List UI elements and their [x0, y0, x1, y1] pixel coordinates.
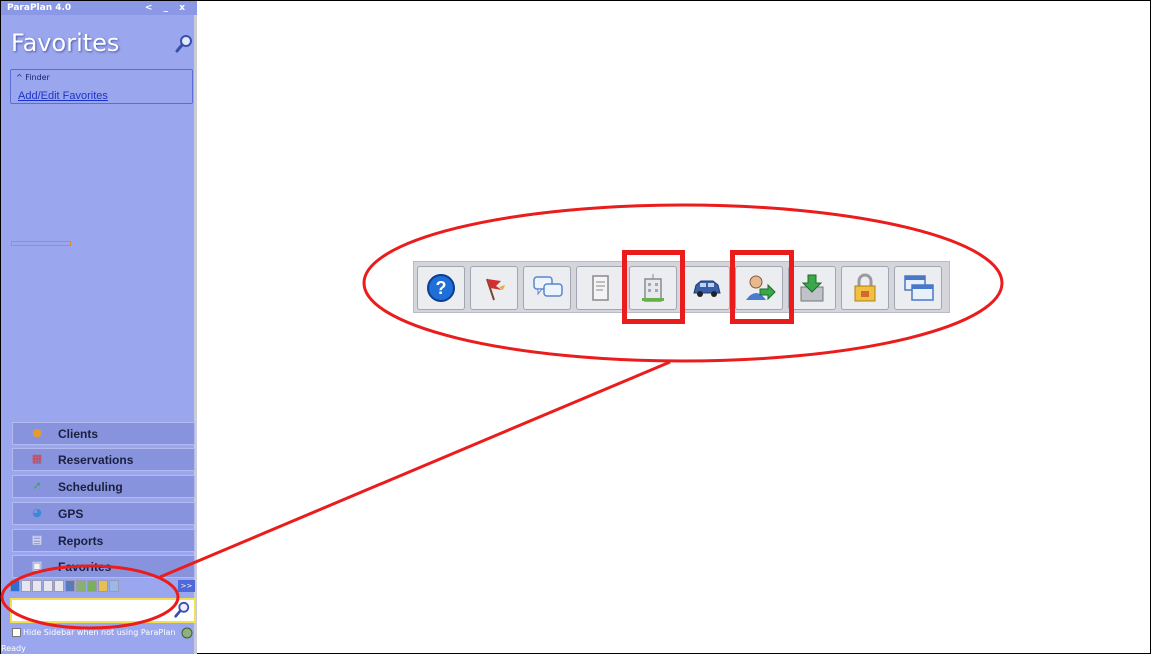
user-arrow-icon[interactable]: [76, 580, 86, 592]
building-icon[interactable]: [54, 580, 64, 592]
search-box: [10, 598, 196, 623]
help-icon[interactable]: [10, 580, 20, 592]
gps-icon: ◕: [32, 506, 42, 519]
windows-icon[interactable]: [109, 580, 119, 592]
more-favorites-button[interactable]: >>: [178, 580, 195, 592]
orange-splitter: [11, 241, 71, 246]
nav-item-gps[interactable]: ◕ GPS: [12, 502, 195, 525]
close-button[interactable]: x: [179, 3, 189, 13]
nav-item-favorites[interactable]: ▣ Favorites: [12, 555, 195, 578]
nav-item-scheduling[interactable]: ➚ Scheduling: [12, 475, 195, 498]
help-button[interactable]: ?: [417, 266, 465, 310]
hide-sidebar-checkbox[interactable]: [12, 628, 21, 637]
finder-header[interactable]: ^ Finder: [16, 73, 50, 82]
lock-icon[interactable]: [98, 580, 108, 592]
document-button[interactable]: [576, 266, 624, 310]
app-titlebar: ParaPlan 4.0 < _ x: [1, 1, 197, 15]
document-icon: [592, 275, 609, 301]
hide-sidebar-option[interactable]: Hide Sidebar when not using ParaPlan: [12, 628, 175, 637]
nav-label: Clients: [58, 427, 99, 441]
favorites-quickbar: >>: [10, 580, 196, 594]
svg-text:?: ?: [436, 278, 447, 298]
calendar-icon: ▦: [31, 452, 43, 465]
search-icon[interactable]: [174, 34, 194, 54]
collapse-button[interactable]: <: [145, 3, 157, 13]
finder-panel: ^ Finder Add/Edit Favorites: [10, 69, 193, 104]
car-button[interactable]: [682, 266, 730, 310]
app-title: ParaPlan 4.0: [7, 3, 72, 13]
download-icon[interactable]: [87, 580, 97, 592]
reports-icon: ▤: [31, 533, 43, 546]
car-icon[interactable]: [65, 580, 75, 592]
nav-item-reservations[interactable]: ▦ Reservations: [12, 448, 195, 471]
highlight-user-transfer-button: [730, 250, 794, 324]
flag-button[interactable]: [470, 266, 518, 310]
help-icon: ?: [427, 274, 455, 302]
lock-icon: [854, 273, 876, 302]
download-button[interactable]: [788, 266, 836, 310]
nav-label: Reservations: [58, 453, 134, 467]
status-text: Ready: [1, 644, 26, 653]
lock-button[interactable]: [841, 266, 889, 310]
nav-label: Reports: [58, 534, 104, 548]
nav-label: Scheduling: [58, 480, 123, 494]
favorites-icon: ▣: [31, 559, 43, 572]
page-title: Favorites: [11, 29, 120, 57]
windows-icon: [904, 275, 934, 301]
windows-button[interactable]: [894, 266, 942, 310]
minimize-button[interactable]: _: [164, 3, 173, 13]
clients-icon: ●: [32, 426, 42, 439]
scheduling-icon: ➚: [32, 479, 42, 492]
add-edit-favorites-link[interactable]: Add/Edit Favorites: [18, 90, 108, 102]
nav-item-reports[interactable]: ▤ Reports: [12, 529, 195, 552]
window-controls: < _ x: [145, 1, 189, 15]
highlight-building-button: [622, 250, 685, 324]
nav-label: GPS: [58, 507, 84, 521]
download-icon: [800, 274, 824, 302]
chat-button[interactable]: [523, 266, 571, 310]
nav-item-clients[interactable]: ● Clients: [12, 422, 195, 445]
sidebar: ParaPlan 4.0 < _ x Favorites ^ Finder Ad…: [1, 1, 197, 654]
settings-icon[interactable]: [181, 627, 193, 639]
document-icon[interactable]: [43, 580, 53, 592]
search-icon[interactable]: [173, 601, 191, 619]
nav-label: Favorites: [58, 560, 112, 574]
flag-icon: [486, 278, 505, 301]
car-icon: [693, 280, 721, 297]
search-input[interactable]: [14, 602, 168, 620]
hide-sidebar-label: Hide Sidebar when not using ParaPlan: [23, 628, 176, 637]
chat-icon[interactable]: [32, 580, 42, 592]
chat-icon: [533, 276, 563, 297]
flag-icon[interactable]: [21, 580, 31, 592]
